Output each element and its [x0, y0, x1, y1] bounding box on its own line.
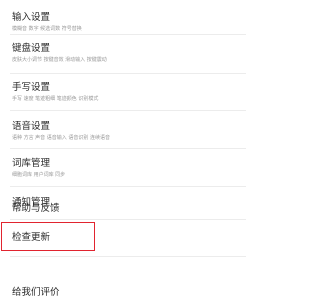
dictionary-management-item[interactable]: 词库管理 细胞词库 用户词库 同步 [0, 158, 256, 179]
divider [10, 186, 246, 187]
divider [10, 34, 246, 35]
rate-us-item[interactable]: 给我们评价 [0, 287, 256, 299]
handwriting-settings-subtitle: 手写 速度 笔迹粗细 笔迹颜色 识别模式 [12, 96, 99, 102]
divider [10, 110, 246, 111]
voice-settings-title: 语音设置 [12, 121, 51, 132]
help-feedback-title: 帮助与反馈 [12, 203, 60, 214]
voice-settings-item[interactable]: 语音设置 语种 方言 声音 语音输入 语音识别 连续语音 [0, 121, 256, 142]
dictionary-management-title: 词库管理 [12, 158, 51, 169]
dictionary-management-subtitle: 细胞词库 用户词库 同步 [12, 172, 66, 178]
divider [10, 219, 246, 220]
highlight-box [1, 222, 95, 251]
handwriting-settings-title: 手写设置 [12, 82, 51, 93]
help-feedback-item[interactable]: 帮助与反馈 [0, 203, 256, 215]
rate-us-title: 给我们评价 [12, 287, 60, 298]
input-settings-title: 输入设置 [12, 12, 51, 23]
keyboard-settings-item[interactable]: 键盘设置 皮肤大小调节 按键音效 滑动输入 按键震动 [0, 43, 256, 64]
settings-list: 输入设置 模糊音 数字 候选词数 符号替换 键盘设置 皮肤大小调节 按键音效 滑… [0, 0, 256, 306]
input-settings-subtitle: 模糊音 数字 候选词数 符号替换 [12, 26, 82, 32]
voice-settings-subtitle: 语种 方言 声音 语音输入 语音识别 连续语音 [12, 135, 110, 141]
keyboard-settings-subtitle: 皮肤大小调节 按键音效 滑动输入 按键震动 [12, 57, 107, 63]
handwriting-settings-item[interactable]: 手写设置 手写 速度 笔迹粗细 笔迹颜色 识别模式 [0, 82, 256, 103]
divider [10, 148, 246, 149]
keyboard-settings-title: 键盘设置 [12, 43, 51, 54]
input-settings-item[interactable]: 输入设置 模糊音 数字 候选词数 符号替换 [0, 12, 256, 33]
divider [10, 256, 246, 257]
divider [10, 73, 246, 74]
